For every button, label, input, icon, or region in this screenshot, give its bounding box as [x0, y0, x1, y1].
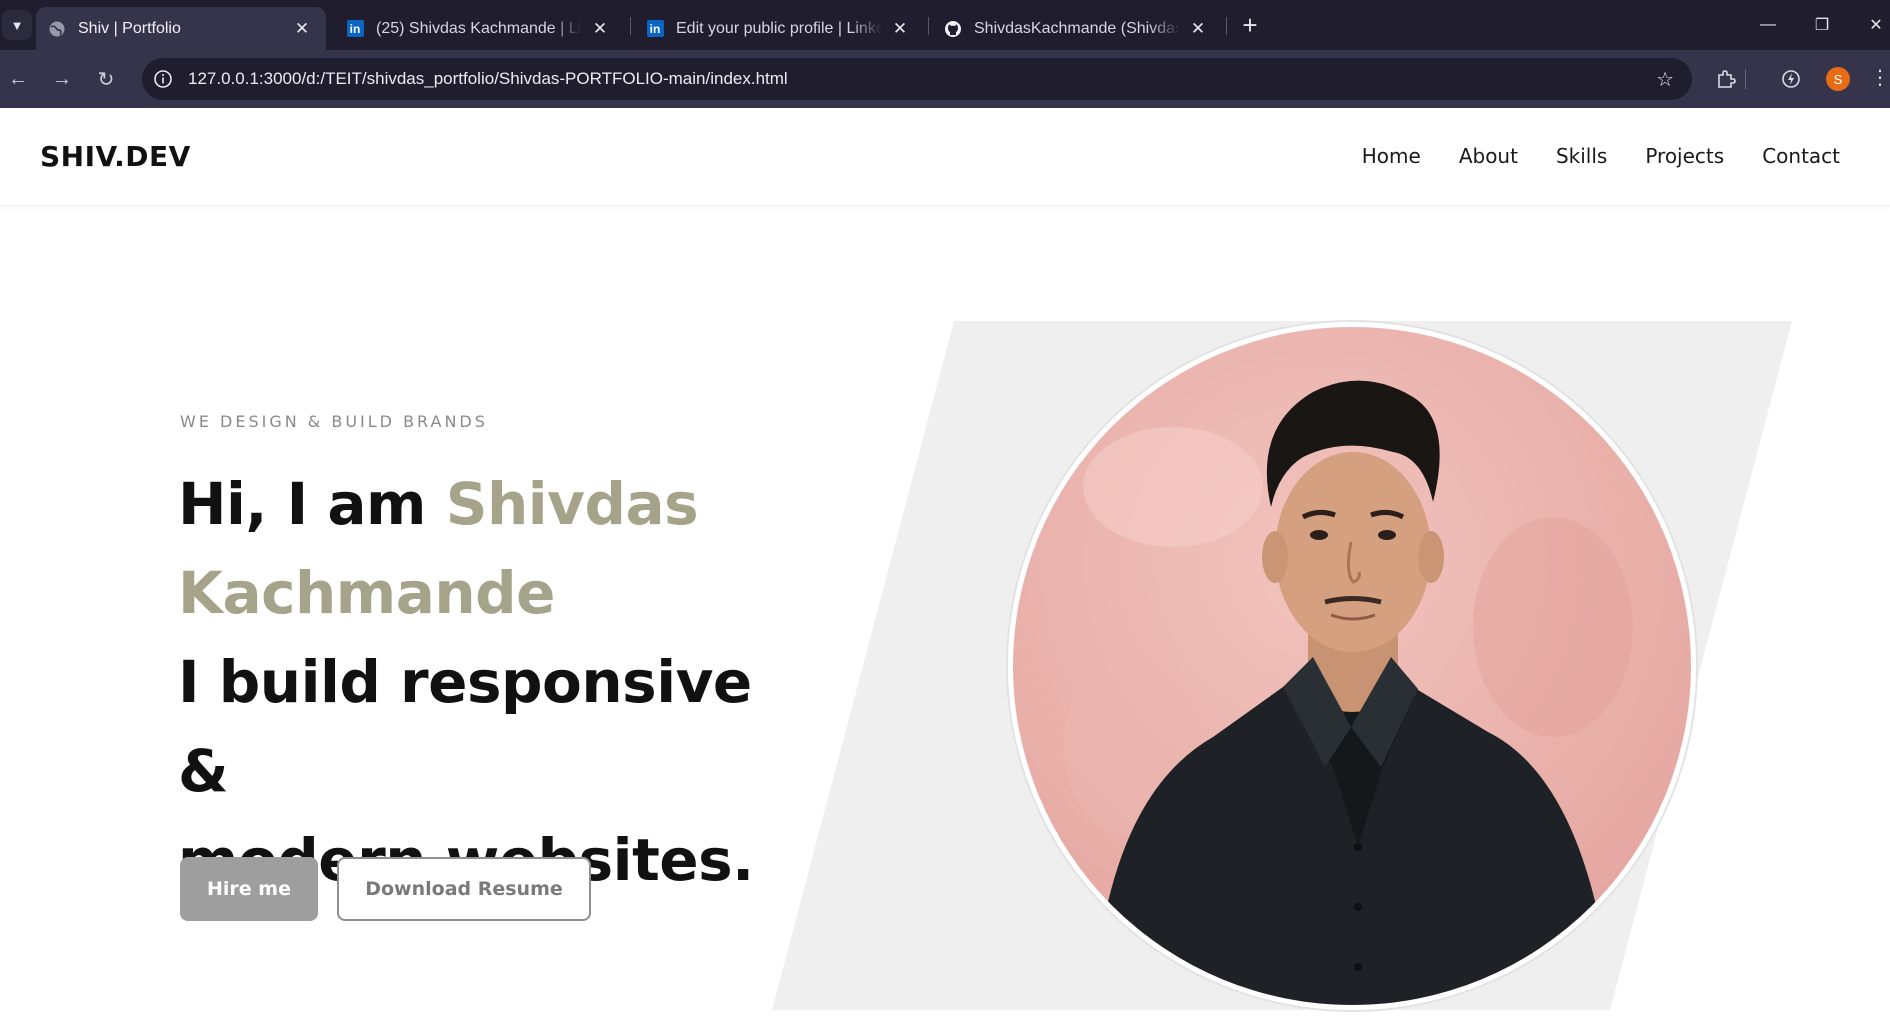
tab-separator: [630, 17, 631, 35]
tab-title: Edit your public profile | LinkedIn: [676, 19, 882, 37]
new-tab-button[interactable]: +: [1234, 9, 1266, 41]
back-arrow-icon[interactable]: ←: [2, 63, 34, 95]
site-logo[interactable]: SHIV.DEV: [40, 140, 191, 173]
tab-linkedin-profile[interactable]: in (25) Shivdas Kachmande | LinkedIn ✕: [334, 7, 624, 50]
nav-projects[interactable]: Projects: [1645, 144, 1724, 168]
reload-icon[interactable]: ↻: [90, 63, 122, 95]
profile-photo-illustration: [1013, 327, 1691, 1005]
site-info-icon[interactable]: [152, 68, 174, 90]
performance-icon[interactable]: [1775, 63, 1807, 95]
nav-skills[interactable]: Skills: [1556, 144, 1607, 168]
extensions-icon[interactable]: [1710, 63, 1742, 95]
hero-headline: Hi, I am Shivdas Kachmande I build respo…: [178, 460, 818, 905]
nav-about[interactable]: About: [1459, 144, 1518, 168]
tab-search-button[interactable]: ▼: [2, 10, 32, 40]
nav-home[interactable]: Home: [1362, 144, 1421, 168]
tab-separator: [928, 17, 929, 35]
tab-title: (25) Shivdas Kachmande | LinkedIn: [376, 19, 582, 37]
nav-contact[interactable]: Contact: [1762, 144, 1840, 168]
browser-menu-icon[interactable]: ⋮: [1870, 68, 1890, 88]
tab-portfolio[interactable]: Shiv | Portfolio ✕: [36, 7, 326, 50]
address-bar[interactable]: 127.0.0.1:3000/d:/TEIT/shivdas_portfolio…: [142, 58, 1692, 100]
close-tab-icon[interactable]: ✕: [1188, 19, 1208, 39]
forward-arrow-icon[interactable]: →: [46, 63, 78, 95]
tab-title: ShivdasKachmande (Shivdas Kachmande): [974, 19, 1180, 37]
main-nav: Home About Skills Projects Contact: [1362, 144, 1840, 168]
download-resume-button[interactable]: Download Resume: [337, 857, 591, 921]
close-tab-icon[interactable]: ✕: [292, 19, 312, 39]
globe-icon: [48, 20, 66, 38]
tab-github[interactable]: ShivdasKachmande (Shivdas Kachmande) ✕: [932, 7, 1222, 50]
bookmark-star-icon[interactable]: ☆: [1656, 67, 1674, 92]
restore-button[interactable]: ❐: [1802, 8, 1842, 42]
hero-line-1: I build responsive &: [178, 648, 752, 805]
linkedin-icon: in: [346, 20, 364, 38]
github-icon: [944, 20, 962, 38]
close-tab-icon[interactable]: ✕: [890, 19, 910, 39]
hero-tagline: WE DESIGN & BUILD BRANDS: [180, 412, 488, 431]
url-text[interactable]: 127.0.0.1:3000/d:/TEIT/shivdas_portfolio…: [188, 69, 788, 89]
close-tab-icon[interactable]: ✕: [590, 19, 610, 39]
profile-photo: [1008, 322, 1696, 1010]
tab-separator: [1226, 17, 1227, 35]
close-window-button[interactable]: ✕: [1856, 8, 1890, 42]
tab-linkedin-edit[interactable]: in Edit your public profile | LinkedIn ✕: [634, 7, 924, 50]
hero-greeting: Hi, I am: [178, 470, 427, 538]
address-toolbar: ← → ↻ 127.0.0.1:3000/d:/TEIT/shivdas_por…: [0, 50, 1890, 108]
hire-me-button[interactable]: Hire me: [180, 857, 318, 921]
profile-avatar[interactable]: S: [1826, 67, 1850, 91]
tab-title: Shiv | Portfolio: [78, 19, 181, 37]
browser-tab-bar: ▼ Shiv | Portfolio ✕ in (25) Shivdas Kac…: [0, 0, 1890, 50]
linkedin-icon: in: [646, 20, 664, 38]
toolbar-divider: [1740, 63, 1750, 95]
hero-name-first: Shivdas: [445, 470, 699, 538]
minimize-button[interactable]: —: [1748, 8, 1788, 42]
site-header: SHIV.DEV Home About Skills Projects Cont…: [0, 108, 1890, 206]
hero-name-last: Kachmande: [178, 559, 555, 627]
